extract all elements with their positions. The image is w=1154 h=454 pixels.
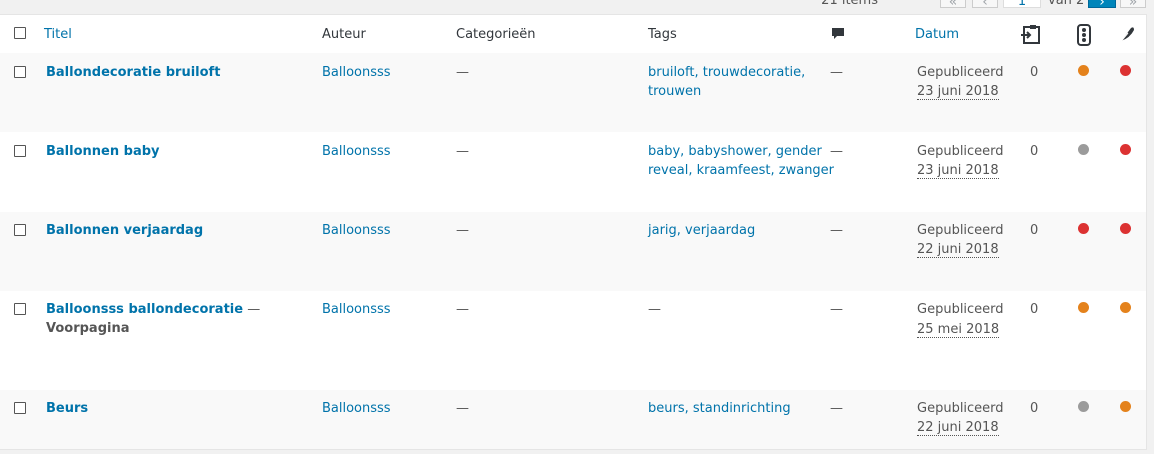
comments-value: — [830,302,843,317]
total-pages-label: van 2 [1048,0,1085,8]
column-tags: Tags [648,27,677,42]
feather-icon [1116,24,1136,50]
tags-line[interactable]: reveal, kraamfeest, zwanger [648,163,834,178]
readability-score-indicator [1120,65,1131,76]
post-date: 23 juni 2018 [917,84,999,100]
items-count: 21 items [821,0,878,8]
post-title-link[interactable]: Beurs [46,401,88,416]
post-state-separator: — [243,302,261,317]
author-link[interactable]: Balloonsss [322,223,391,238]
categories-value: — [456,144,469,159]
page-bottom [0,450,1154,454]
post-state-label: Voorpagina [46,321,130,336]
column-author: Auteur [322,27,366,42]
current-page-input[interactable]: 1 [1003,0,1041,9]
post-title-link[interactable]: Ballonnen baby [46,144,160,159]
table-header: Titel Auteur Categorieën Tags Datum [0,15,1146,54]
links-count: 0 [1030,223,1039,238]
select-all-checkbox[interactable] [14,27,26,39]
last-page-button[interactable]: » [1120,0,1146,10]
categories-value: — [456,65,469,80]
readability-score-indicator [1120,401,1131,412]
links-count: 0 [1030,401,1039,416]
author-link[interactable]: Balloonsss [322,302,391,317]
post-title: Balloonsss ballondecoratie — [46,302,260,317]
comments-value: — [830,65,843,80]
post-title-link[interactable]: Ballondecoratie bruiloft [46,65,220,80]
table-row: Beurs Balloonsss — beurs, standinrichtin… [0,390,1146,449]
post-date: 22 juni 2018 [917,420,999,436]
comments-value: — [830,223,843,238]
post-status: Gepubliceerd [917,302,1004,317]
row-checkbox[interactable] [14,402,26,414]
column-date-sort[interactable]: Datum [915,27,959,42]
categories-value: — [456,401,469,416]
tags-line[interactable]: trouwen [648,84,701,99]
post-status: Gepubliceerd [917,401,1004,416]
readability-score-indicator [1120,223,1131,234]
comment-icon[interactable] [830,26,846,46]
post-date: 22 juni 2018 [917,242,999,258]
categories-value: — [456,302,469,317]
traffic-light-icon [1076,24,1092,50]
post-title-link[interactable]: Balloonsss ballondecoratie [46,302,243,317]
tags-line[interactable]: bruiloft, trouwdecoratie, [648,65,805,80]
links-icon [1020,24,1042,50]
table-row: Ballonnen verjaardag Balloonsss — jarig,… [0,212,1146,291]
column-title-sort[interactable]: Titel [44,27,72,42]
comments-value: — [830,144,843,159]
seo-score-indicator [1078,65,1089,76]
tags-line[interactable]: beurs, standinrichting [648,401,791,416]
post-status: Gepubliceerd [917,223,1004,238]
comments-value: — [830,401,843,416]
next-page-button[interactable]: › [1088,0,1116,10]
readability-score-indicator [1120,144,1131,155]
table-row: Ballondecoratie bruiloft Balloonsss — br… [0,53,1146,132]
tags-empty: — [648,302,661,317]
links-count: 0 [1030,302,1039,317]
author-link[interactable]: Balloonsss [322,65,391,80]
seo-score-indicator [1078,401,1089,412]
table-row: Ballonnen baby Balloonsss — baby, babysh… [0,132,1146,212]
prev-page-button[interactable]: ‹ [972,0,998,10]
links-count: 0 [1030,65,1039,80]
seo-score-indicator [1078,302,1089,313]
tags-line[interactable]: baby, babyshower, gender [648,144,822,159]
readability-score-indicator [1120,302,1131,313]
post-date: 25 mei 2018 [917,322,1000,338]
row-checkbox[interactable] [14,66,26,78]
row-checkbox[interactable] [14,303,26,315]
author-link[interactable]: Balloonsss [322,144,391,159]
post-status: Gepubliceerd [917,65,1004,80]
seo-score-indicator [1078,223,1089,234]
first-page-button[interactable]: « [940,0,966,10]
post-date: 23 juni 2018 [917,163,999,179]
categories-value: — [456,223,469,238]
tags-line[interactable]: jarig, verjaardag [648,223,755,238]
post-status: Gepubliceerd [917,144,1004,159]
author-link[interactable]: Balloonsss [322,401,391,416]
seo-score-indicator [1078,144,1089,155]
row-checkbox[interactable] [14,145,26,157]
links-count: 0 [1030,144,1039,159]
pagination: 21 items « ‹ 1 van 2 › » [0,0,1154,14]
post-title-link[interactable]: Ballonnen verjaardag [46,223,203,238]
column-categories: Categorieën [456,27,536,42]
table-row: Balloonsss ballondecoratie — Voorpagina … [0,291,1146,390]
row-checkbox[interactable] [14,224,26,236]
posts-table: Titel Auteur Categorieën Tags Datum Ball… [0,14,1147,450]
